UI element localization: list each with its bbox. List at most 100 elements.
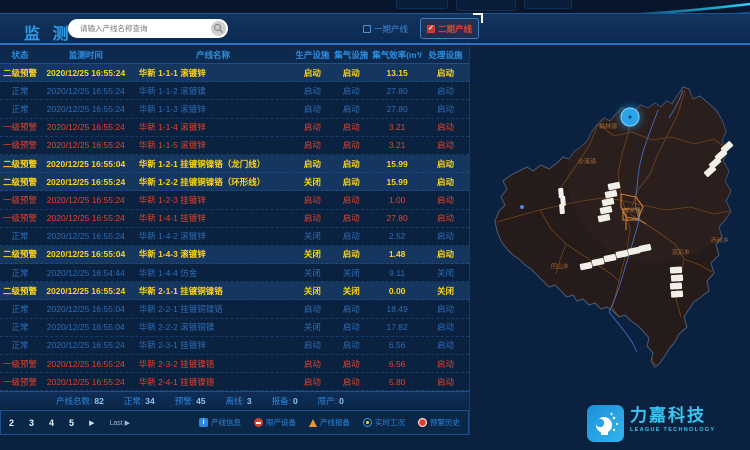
table-row[interactable]: 正常2020/12/25 16:55:24华新 1-4-2 滚镀锌关闭启动2.5… — [0, 228, 469, 246]
table-row[interactable]: 一级预警2020/12/25 16:55:24华新 2-4-1 挂镀镍铬启动启动… — [0, 373, 469, 391]
cell-status: 一级预警 — [0, 376, 40, 388]
cell-status: 正常 — [0, 267, 40, 279]
table-row[interactable]: 二级预警2020/12/25 16:55:24华新 2-1-1 挂镀铜镍铬关闭关… — [0, 282, 469, 300]
cell-name: 华新 2-2-2 滚镀铜镍 — [132, 321, 295, 333]
table-row[interactable]: 正常2020/12/25 16:55:24华新 1-1-3 滚镀锌启动启动27.… — [0, 100, 469, 118]
table-row[interactable]: 一级预警2020/12/25 16:55:24华新 1-1-4 滚镀锌启动启动3… — [0, 119, 469, 137]
cell-name: 华新 1-1-1 滚镀锌 — [132, 67, 295, 79]
restricted-device-icon — [254, 418, 263, 427]
phase2-button[interactable]: 二期产线 — [420, 18, 479, 39]
legend-label: 实时工况 — [375, 417, 405, 428]
lake-dot — [520, 205, 524, 209]
cell-eff: 2.52 — [372, 231, 422, 241]
legend-item[interactable]: 产线报备 — [309, 417, 350, 428]
table-row[interactable]: 二级预警2020/12/25 16:55:04华新 1-4-3 滚镀锌关闭启动1… — [0, 246, 469, 264]
corner-bracket-decoration — [473, 13, 483, 23]
table-header-row: 状态 监测时间 产线名称 生产设施 集气设施 集气效率(m³/s) 处理设施 — [0, 46, 469, 64]
table-row[interactable]: 正常2020/12/25 16:55:04华新 2-2-2 滚镀铜镍关闭启动17… — [0, 319, 469, 337]
map-legend: 产线信息 限产设备 产线报备 实时工况 预警历史 — [199, 417, 460, 428]
table-row[interactable]: 一级预警2020/12/25 16:55:24华新 1-2-3 挂镀锌启动启动1… — [0, 191, 469, 209]
cell-prod: 启动 — [294, 158, 330, 170]
table-row[interactable]: 一级预警2020/12/25 16:55:24华新 2-3-2 挂镀镍铬启动启动… — [0, 355, 469, 373]
cell-status: 正常 — [0, 230, 40, 242]
column-header-name: 产线名称 — [132, 49, 295, 61]
cell-time: 2020/12/25 16:55:24 — [40, 377, 132, 387]
cell-gas: 启动 — [330, 248, 372, 260]
cell-status: 二级预警 — [0, 285, 40, 297]
cell-name: 华新 2-1-1 挂镀铜镍铬 — [132, 285, 295, 297]
column-header-efficiency: 集气效率(m³/s) — [372, 49, 422, 61]
cell-treat: 启动 — [422, 339, 469, 351]
cell-status: 二级预警 — [0, 158, 40, 170]
cell-eff: 5.80 — [372, 377, 422, 387]
summary-item: 限产:0 — [318, 395, 344, 407]
page-button-2[interactable]: 2 — [9, 418, 14, 428]
legend-item[interactable]: 限产设备 — [254, 417, 296, 428]
cell-eff: 15.99 — [372, 159, 422, 169]
legend-item[interactable]: 产线信息 — [199, 417, 241, 428]
phase1-checkbox[interactable]: 一期产线 — [363, 23, 408, 35]
cell-gas: 启动 — [330, 358, 372, 370]
footer-bar: 2 3 4 5 ▶ Last ▶ 产线信息 限产设备 产线报备 实时工况 预警历史 — [0, 410, 469, 435]
table-row[interactable]: 正常2020/12/25 16:55:24华新 2-3-1 挂镀锌启动启动6.5… — [0, 337, 469, 355]
cell-treat: 启动 — [422, 194, 469, 206]
page-button-5[interactable]: 5 — [69, 418, 74, 428]
cell-eff: 27.80 — [372, 86, 422, 96]
cell-name: 华新 1-1-2 滚镀镍 — [132, 85, 295, 97]
cell-name: 华新 1-4-3 滚镀锌 — [132, 248, 295, 260]
table-row[interactable]: 一级预警2020/12/25 16:55:24华新 1-1-5 滚镀锌启动启动3… — [0, 137, 469, 155]
cell-status: 正常 — [0, 339, 40, 351]
cell-time: 2020/12/25 16:55:24 — [40, 213, 132, 223]
cell-time: 2020/12/25 16:55:04 — [40, 322, 132, 332]
last-page-button[interactable]: Last ▶ — [109, 419, 130, 427]
table-row[interactable]: 一级预警2020/12/25 16:55:24华新 1-4-1 挂镀锌启动启动2… — [0, 210, 469, 228]
cell-time: 2020/12/25 16:55:24 — [40, 359, 132, 369]
alarm-history-icon — [418, 418, 427, 427]
next-page-icon[interactable]: ▶ — [89, 419, 94, 427]
realtime-status-icon — [363, 418, 372, 427]
brand-name-en: LEAGUE TECHNOLOGY — [630, 427, 715, 433]
cell-gas: 启动 — [330, 339, 372, 351]
cell-treat: 启动 — [422, 67, 469, 79]
table-row[interactable]: 二级预警2020/12/25 16:55:04华新 1-2-1 挂镀铜镍铬（龙门… — [0, 155, 469, 173]
cell-status: 正常 — [0, 321, 40, 333]
search-input[interactable] — [78, 23, 211, 34]
cell-status: 一级预警 — [0, 212, 40, 224]
cell-status: 二级预警 — [0, 67, 40, 79]
cell-name: 华新 2-3-1 挂镀锌 — [132, 339, 295, 351]
search-icon[interactable] — [211, 21, 226, 36]
cell-time: 2020/12/25 16:55:24 — [40, 195, 132, 205]
cell-treat: 启动 — [422, 85, 469, 97]
search-box[interactable] — [68, 19, 228, 38]
brand-icon — [587, 405, 624, 442]
cell-gas: 启动 — [330, 212, 372, 224]
column-header-time: 监测时间 — [40, 49, 132, 61]
cell-gas: 关闭 — [330, 267, 372, 279]
cell-status: 二级预警 — [0, 248, 40, 260]
page-button-3[interactable]: 3 — [29, 418, 34, 428]
summary-item: 预警:45 — [175, 395, 206, 407]
cell-time: 2020/12/25 16:55:04 — [40, 159, 132, 169]
legend-label: 产线报备 — [320, 417, 350, 428]
page-title: 监 测 — [24, 20, 72, 44]
table-row[interactable]: 正常2020/12/25 16:55:04华新 2-2-1 挂镀铜镍铬启动启动1… — [0, 300, 469, 318]
checkbox-checked-icon — [427, 25, 435, 33]
table-row[interactable]: 二级预警2020/12/25 16:55:24华新 1-2-2 挂镀铜镍铬（环形… — [0, 173, 469, 191]
cell-prod: 启动 — [294, 212, 330, 224]
region-map[interactable]: 梅林镇沙溪镇城关镇双彩乡西岭乡回山乡 — [480, 60, 750, 410]
cell-treat: 启动 — [422, 103, 469, 115]
cell-gas: 关闭 — [330, 285, 372, 297]
cell-treat: 启动 — [422, 230, 469, 242]
table-row[interactable]: 正常2020/12/25 16:55:24华新 1-1-2 滚镀镍启动启动27.… — [0, 82, 469, 100]
map-marker[interactable] — [621, 108, 640, 127]
cell-treat: 启动 — [422, 358, 469, 370]
table-row[interactable]: 二级预警2020/12/25 16:55:24华新 1-1-1 滚镀锌启动启动1… — [0, 64, 469, 82]
summary-item: 正常:34 — [124, 395, 155, 407]
page-button-4[interactable]: 4 — [49, 418, 54, 428]
table-row[interactable]: 正常2020/12/25 16:54:44华新 1-4-4 仿金关闭关闭9.11… — [0, 264, 469, 282]
cell-time: 2020/12/25 16:55:24 — [40, 231, 132, 241]
cell-time: 2020/12/25 16:55:24 — [40, 286, 132, 296]
legend-item[interactable]: 实时工况 — [363, 417, 405, 428]
legend-item[interactable]: 预警历史 — [418, 417, 460, 428]
cell-gas: 启动 — [330, 67, 372, 79]
